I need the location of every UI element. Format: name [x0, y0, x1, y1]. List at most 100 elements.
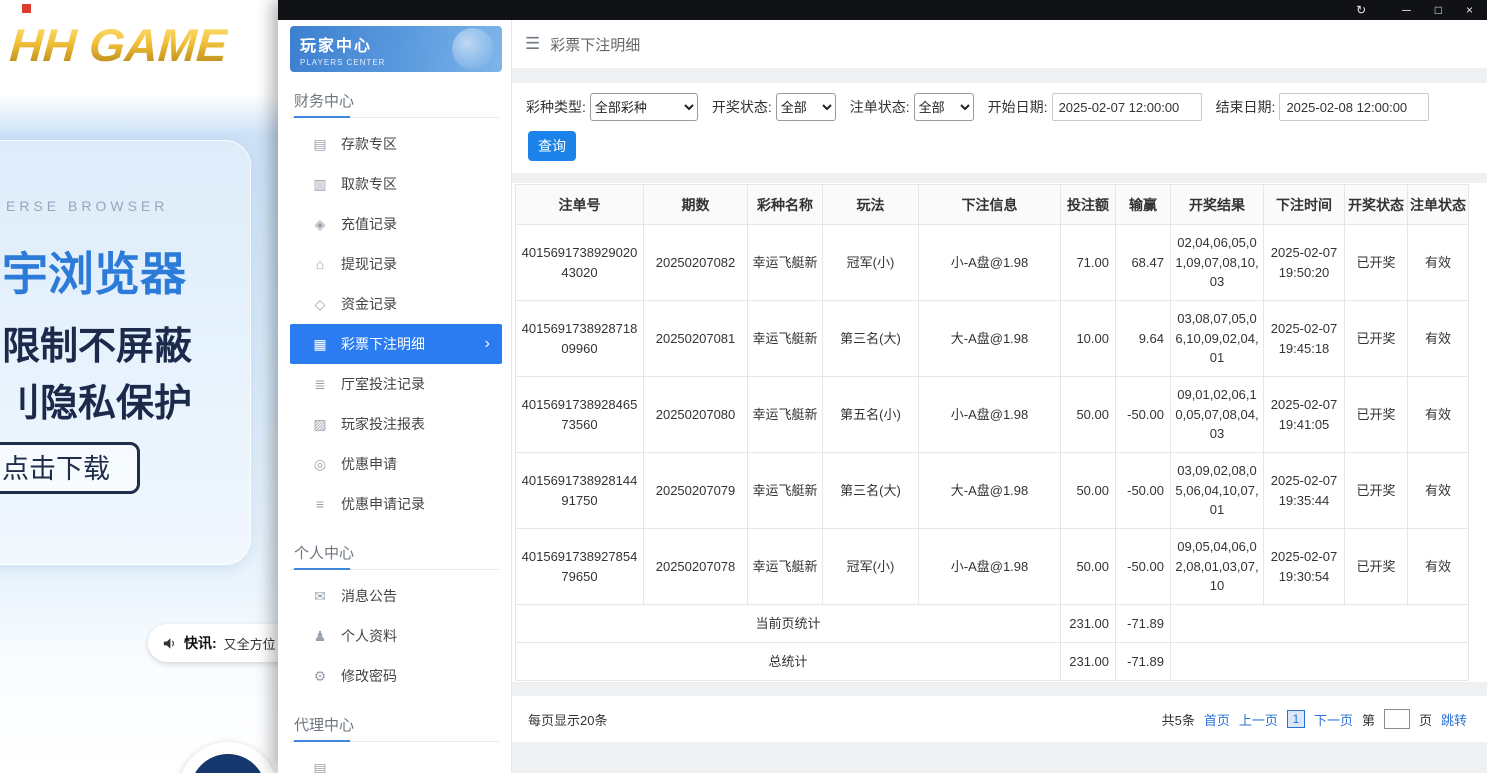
sidebar-item-recharge-record[interactable]: ◈ 充值记录 [290, 204, 502, 244]
col-draw-status: 开奖状态 [1344, 184, 1408, 225]
total-count-text: 共5条 [1161, 712, 1195, 728]
page-summary-label: 当前页统计 [515, 604, 1061, 643]
bet-table-card: 注单号 期数 彩种名称 玩法 下注信息 投注额 输赢 开奖结果 下注时间 开奖状… [512, 183, 1487, 682]
sidebar: 玩家中心 PLAYERS CENTER 财务中心 ▤ 存款专区 ▥ 取款专区 ◈… [278, 20, 512, 773]
order-status-label: 注单状态: [849, 99, 910, 115]
query-button[interactable]: 查询 [528, 131, 576, 161]
col-order-status: 注单状态 [1407, 184, 1469, 225]
total-summary-label: 总统计 [515, 642, 1061, 681]
funds-record-icon: ◇ [314, 295, 326, 312]
page-title: 彩票下注明细 [550, 36, 641, 54]
jump-prefix-label: 第 [1361, 712, 1375, 728]
table-row: 401569173892814491750 20250207079 幸运飞艇新 … [515, 452, 1469, 529]
player-bet-report-icon: ▨ [313, 415, 327, 432]
ticker-label: 快讯: [184, 635, 217, 651]
message-icon: ✉ [314, 587, 326, 604]
jump-button[interactable]: 跳转 [1441, 710, 1467, 729]
sidebar-item-profile[interactable]: ♟ 个人资料 [290, 616, 502, 656]
download-button[interactable]: 点击下载 [0, 442, 140, 494]
promo-apply-record-icon: ≡ [315, 496, 325, 512]
minimize-icon[interactable]: ─ [1402, 4, 1411, 16]
table-row: 401569173892902043020 20250207082 幸运飞艇新 … [515, 224, 1469, 301]
end-date-input[interactable] [1279, 93, 1430, 121]
agent-item-icon: ▤ [313, 759, 327, 773]
bet-table: 注单号 期数 彩种名称 玩法 下注信息 投注额 输赢 开奖结果 下注时间 开奖状… [515, 184, 1469, 681]
deposit-icon: ▤ [313, 135, 327, 152]
refresh-icon[interactable]: ↻ [1356, 4, 1366, 16]
section-accent [294, 740, 350, 742]
promo-title: 宇浏览器 [2, 248, 186, 300]
page-summary-row: 当前页统计 231.00 -71.89 [515, 604, 1469, 643]
first-page-link[interactable]: 首页 [1204, 710, 1230, 729]
hamburger-icon[interactable]: ☰ [525, 34, 540, 54]
sidebar-item-deposit[interactable]: ▤ 存款专区 [290, 124, 502, 164]
window-titlebar: ↻ ─ □ × [278, 0, 1487, 20]
order-status-select[interactable]: 全部 [913, 93, 974, 121]
start-date-input[interactable] [1051, 93, 1202, 121]
promo-tagline: ERSE BROWSER [6, 198, 169, 214]
main-content: ☰ 彩票下注明细 彩种类型: 全部彩种 开奖状态: 全部 注单状态: 全部 开始… [512, 20, 1487, 773]
speaker-icon [162, 636, 177, 651]
section-agent: 代理中心 [290, 704, 499, 742]
person-icon: ♟ [313, 627, 327, 644]
sidebar-item-lottery-bet-detail[interactable]: ▦ 彩票下注明细 › [290, 324, 502, 364]
sidebar-item-agent-partial[interactable]: ▤ [290, 748, 502, 773]
sidebar-item-hall-bet-record[interactable]: ≣ 厅室投注记录 [290, 364, 502, 404]
maximize-icon[interactable]: □ [1435, 4, 1442, 16]
start-date-label: 开始日期: [987, 99, 1048, 115]
jump-suffix-label: 页 [1418, 712, 1432, 728]
draw-status-label: 开奖状态: [711, 99, 772, 115]
col-lottery: 彩种名称 [747, 184, 823, 225]
col-result: 开奖结果 [1170, 184, 1264, 225]
sidebar-item-promo-apply-record[interactable]: ≡ 优惠申请记录 [290, 484, 502, 524]
table-row: 401569173892846573560 20250207080 幸运飞艇新 … [515, 376, 1469, 453]
draw-status-select[interactable]: 全部 [775, 93, 836, 121]
player-center-window: ↻ ─ □ × 玩家中心 PLAYERS CENTER 财务中心 ▤ 存款专区 … [278, 0, 1487, 773]
lottery-bet-detail-icon: ▦ [313, 335, 327, 352]
withdraw-icon: ▥ [313, 175, 327, 192]
table-row: 401569173892785479650 20250207078 幸运飞艇新 … [515, 528, 1469, 605]
sidebar-item-withdraw[interactable]: ▥ 取款专区 [290, 164, 502, 204]
hall-bet-record-icon: ≣ [314, 375, 326, 392]
recharge-record-icon: ◈ [314, 215, 326, 232]
logo-accent [22, 4, 31, 13]
col-amount: 投注额 [1060, 184, 1116, 225]
lottery-type-select[interactable]: 全部彩种 [589, 93, 698, 121]
page-size-text: 每页显示20条 [528, 712, 608, 728]
sidebar-header: 玩家中心 PLAYERS CENTER [290, 26, 502, 72]
current-page-button[interactable]: 1 [1286, 710, 1305, 728]
sidebar-item-funds-record[interactable]: ◇ 资金记录 [290, 284, 502, 324]
end-date-label: 结束日期: [1215, 99, 1276, 115]
close-icon[interactable]: × [1466, 4, 1473, 16]
withdrawal-record-icon: ⌂ [315, 256, 325, 272]
sidebar-item-change-password[interactable]: ⚙ 修改密码 [290, 656, 502, 696]
page-jump-input[interactable] [1383, 709, 1410, 729]
ticker-text: 又全方位 [223, 636, 276, 652]
site-logo: HH GAME [8, 19, 230, 71]
col-win-loss: 输赢 [1115, 184, 1171, 225]
pagination-bar: 每页显示20条 共5条 首页 上一页 1 下一页 第 页 跳转 [512, 696, 1487, 742]
filter-panel: 彩种类型: 全部彩种 开奖状态: 全部 注单状态: 全部 开始日期: 结束日期: [512, 83, 1487, 173]
col-bet-info: 下注信息 [918, 184, 1061, 225]
sidebar-item-withdrawal-record[interactable]: ⌂ 提现记录 [290, 244, 502, 284]
globe-icon [452, 28, 494, 70]
content-header: ☰ 彩票下注明细 [512, 20, 1487, 68]
promo-line-1: 限制不屏蔽 [2, 326, 193, 368]
promo-apply-icon: ◎ [313, 455, 327, 472]
chevron-right-icon: › [484, 335, 490, 352]
col-play: 玩法 [822, 184, 919, 225]
gear-icon: ⚙ [313, 667, 327, 684]
badge-decoration [178, 742, 278, 773]
sidebar-item-promo-apply[interactable]: ◎ 优惠申请 [290, 444, 502, 484]
total-summary-row: 总统计 231.00 -71.89 [515, 642, 1469, 681]
sidebar-item-player-bet-report[interactable]: ▨ 玩家投注报表 [290, 404, 502, 444]
col-bet-id: 注单号 [515, 184, 644, 225]
prev-page-link[interactable]: 上一页 [1239, 710, 1278, 729]
next-page-link[interactable]: 下一页 [1314, 710, 1353, 729]
table-row: 401569173892871809960 20250207081 幸运飞艇新 … [515, 300, 1469, 377]
lottery-type-label: 彩种类型: [526, 99, 586, 115]
promo-line-2: 刂隐私保护 [2, 383, 193, 425]
col-bet-time: 下注时间 [1263, 184, 1345, 225]
background-page: HH GAME ERSE BROWSER 宇浏览器 限制不屏蔽 刂隐私保护 点击… [0, 0, 318, 773]
sidebar-item-messages[interactable]: ✉ 消息公告 [290, 576, 502, 616]
